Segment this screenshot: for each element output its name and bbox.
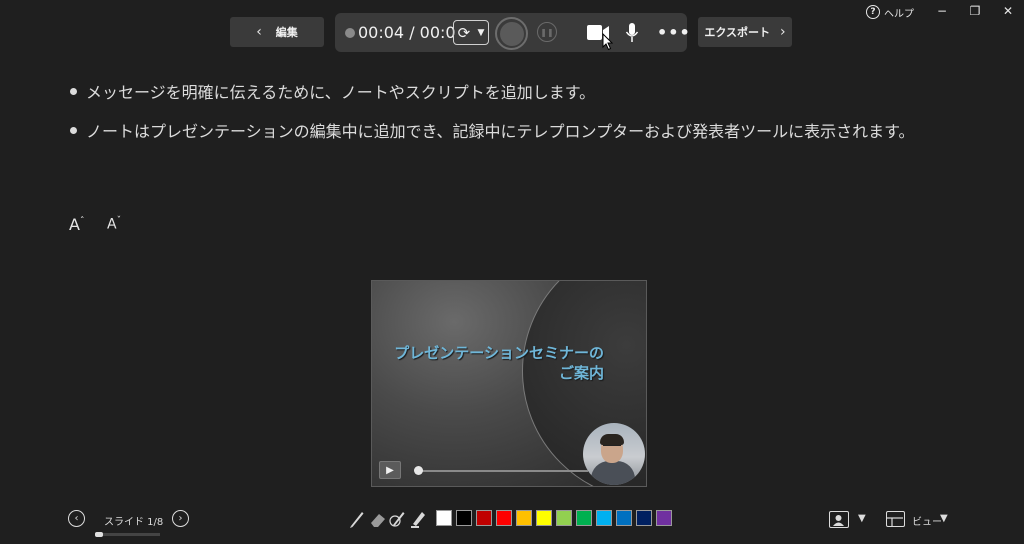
pen-icon: [350, 512, 364, 528]
play-icon: ▶: [386, 464, 394, 476]
note-line: ノートはプレゼンテーションの編集中に追加でき、記録中にテレプロンプターおよび発表…: [70, 119, 970, 141]
slide-progress-fill: [95, 532, 103, 537]
note-line: メッセージを明確に伝えるために、ノートやスクリプトを追加します。: [70, 80, 970, 102]
laser-pen-icon: [389, 512, 405, 527]
recording-timer: 00:04 / 00:04: [358, 23, 456, 42]
help-button[interactable]: ? ヘルプ: [866, 3, 914, 21]
camera-view-button[interactable]: [829, 511, 849, 528]
more-options-button[interactable]: •••: [657, 23, 691, 42]
ink-color-swatch[interactable]: [496, 510, 512, 526]
minimize-button[interactable]: −: [929, 2, 955, 20]
increase-font-button[interactable]: Aˆ: [69, 215, 84, 234]
help-label: ヘルプ: [884, 8, 914, 20]
ink-color-swatch[interactable]: [516, 510, 532, 526]
export-button[interactable]: エクスポート ›: [698, 17, 792, 47]
close-button[interactable]: ✕: [995, 2, 1021, 20]
pause-button[interactable]: ❚❚: [537, 22, 557, 42]
bullet-icon: [70, 87, 77, 95]
pause-icon: ❚❚: [540, 27, 554, 37]
retake-icon: ⟳: [457, 23, 471, 42]
recording-status-dot: [345, 28, 355, 38]
ink-color-swatch[interactable]: [576, 510, 592, 526]
presenter-hair: [600, 434, 624, 445]
restore-button[interactable]: ❐: [962, 2, 988, 20]
ink-color-swatch[interactable]: [436, 510, 452, 526]
note-text: ノートはプレゼンテーションの編集中に追加でき、記録中にテレプロンプターおよび発表…: [86, 122, 915, 141]
ink-color-swatch[interactable]: [476, 510, 492, 526]
eraser-icon: [371, 514, 385, 527]
chevron-right-icon: ›: [178, 513, 183, 524]
slide-title-line: ご案内: [558, 364, 604, 382]
edit-button[interactable]: ‹ 編集: [230, 17, 324, 47]
pen-tool[interactable]: [348, 509, 366, 529]
slide-indicator: スライド 1/8: [104, 517, 164, 528]
ink-color-swatch[interactable]: [596, 510, 612, 526]
bullet-icon: [70, 126, 77, 134]
notes-pane[interactable]: メッセージを明確に伝えるために、ノートやスクリプトを追加します。 ノートはプレゼ…: [70, 80, 970, 158]
playback-scrubber[interactable]: [418, 470, 588, 472]
export-label: エクスポート: [704, 26, 771, 39]
camera-view-dropdown-caret[interactable]: ▼: [858, 513, 866, 524]
chevron-right-icon: ›: [780, 24, 786, 40]
eraser-tool[interactable]: [369, 509, 387, 529]
ink-color-swatch[interactable]: [556, 510, 572, 526]
playback-scrubber-knob[interactable]: [414, 466, 423, 475]
font-decrease-label: A: [107, 216, 117, 233]
ink-color-swatch[interactable]: [656, 510, 672, 526]
slide-title-line: プレゼンテーションセミナーの: [394, 344, 604, 362]
note-text: メッセージを明確に伝えるために、ノートやスクリプトを追加します。: [86, 83, 596, 102]
view-button[interactable]: ビュー: [912, 513, 942, 528]
microphone-button[interactable]: [624, 21, 640, 45]
view-dropdown-caret[interactable]: ▼: [940, 513, 948, 524]
slide-title: プレゼンテーションセミナーの ご案内: [382, 343, 604, 383]
retake-dropdown[interactable]: ⟳ ▼: [453, 20, 489, 45]
slide-progress-track: [95, 533, 160, 536]
ink-color-swatch[interactable]: [636, 510, 652, 526]
chevron-left-icon: ‹: [74, 513, 79, 524]
previous-slide-button[interactable]: ‹: [68, 510, 85, 527]
question-icon: ?: [866, 5, 880, 19]
ink-color-swatch[interactable]: [456, 510, 472, 526]
font-increase-label: A: [69, 215, 80, 234]
caret-down-icon: ▼: [477, 27, 485, 38]
view-icon[interactable]: [886, 511, 905, 527]
play-button[interactable]: ▶: [379, 461, 401, 479]
microphone-icon: [625, 23, 639, 42]
record-icon: [499, 21, 524, 46]
person-icon: [833, 515, 844, 526]
ink-color-swatch[interactable]: [536, 510, 552, 526]
record-button[interactable]: [495, 17, 528, 50]
mouse-cursor: [602, 32, 614, 51]
chevron-left-icon: ‹: [256, 24, 262, 40]
highlighter-icon: [411, 512, 425, 528]
laser-pen-tool[interactable]: [389, 509, 407, 529]
slide-preview: プレゼンテーションセミナーの ご案内 ▶: [371, 280, 647, 487]
decrease-font-button[interactable]: Aˇ: [107, 216, 121, 233]
camera-feed-bubble[interactable]: [583, 423, 645, 485]
edit-label: 編集: [275, 26, 298, 39]
highlighter-tool[interactable]: [409, 509, 427, 529]
next-slide-button[interactable]: ›: [172, 510, 189, 527]
presenter-glasses: [603, 445, 621, 449]
presenter-body: [591, 461, 635, 485]
ink-color-swatch[interactable]: [616, 510, 632, 526]
